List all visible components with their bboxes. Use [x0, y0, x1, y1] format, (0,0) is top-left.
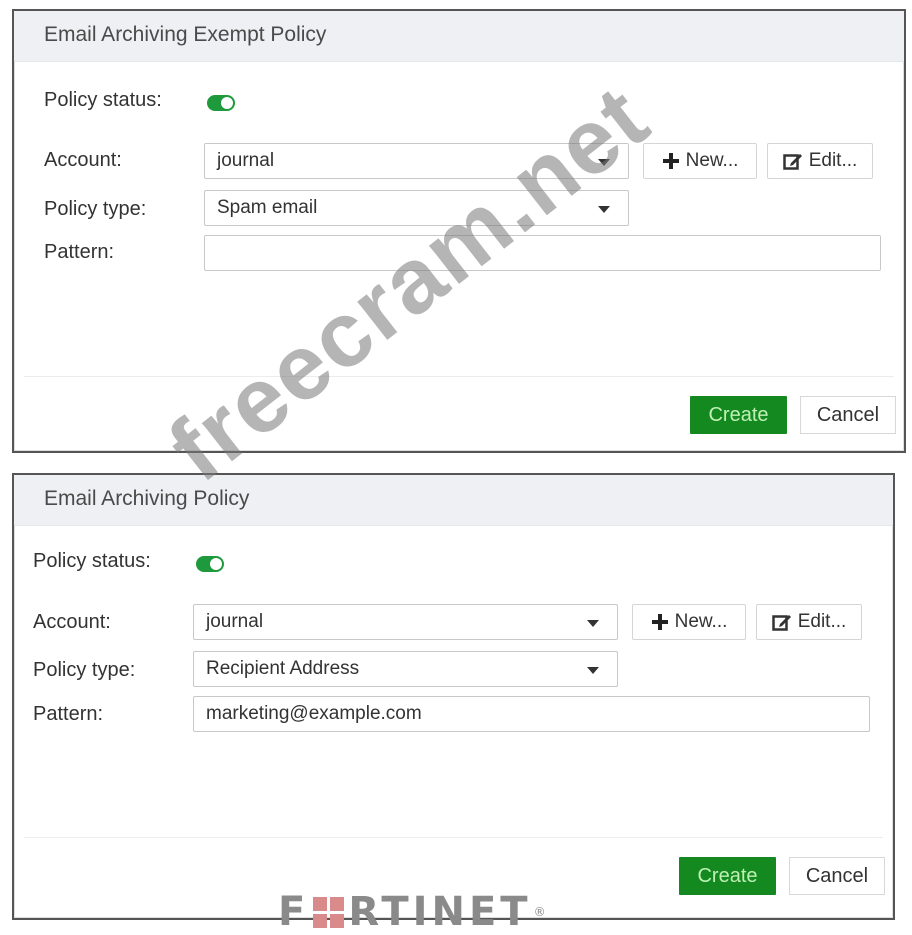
- policy-status-label: Policy status:: [33, 550, 151, 572]
- chevron-down-icon: [587, 620, 599, 627]
- policy-type-label: Policy type:: [44, 198, 147, 220]
- fortinet-logo: F RTINET ®: [278, 889, 546, 935]
- footer-divider: [24, 376, 894, 377]
- edit-account-button[interactable]: Edit...: [756, 604, 862, 640]
- logo-mark-icon: [313, 896, 345, 928]
- account-value: journal: [206, 611, 264, 632]
- chevron-down-icon: [587, 667, 599, 674]
- edit-account-button[interactable]: Edit...: [767, 143, 873, 179]
- plus-icon: [662, 153, 679, 169]
- archiving-policy-dialog: Email Archiving Policy Policy status: Ac…: [12, 473, 895, 920]
- policy-type-label: Policy type:: [33, 659, 136, 681]
- new-label: New...: [674, 611, 728, 632]
- edit-icon: [771, 615, 791, 631]
- dialog-title: Email Archiving Exempt Policy: [44, 23, 327, 46]
- policy-status-toggle[interactable]: [207, 95, 235, 111]
- policy-status-label: Policy status:: [44, 89, 162, 111]
- account-value: journal: [217, 150, 275, 171]
- new-label: New...: [685, 150, 739, 171]
- create-button[interactable]: Create: [679, 857, 776, 895]
- chevron-down-icon: [598, 206, 610, 213]
- footer-divider: [24, 837, 883, 838]
- exempt-policy-dialog: Email Archiving Exempt Policy Policy sta…: [12, 9, 906, 453]
- registered-mark: ®: [533, 905, 546, 919]
- cancel-button[interactable]: Cancel: [789, 857, 885, 895]
- dialog-header: Email Archiving Exempt Policy: [14, 11, 904, 62]
- policy-type-value: Spam email: [217, 197, 318, 218]
- account-label: Account:: [33, 611, 111, 633]
- account-select[interactable]: journal: [193, 604, 618, 640]
- plus-icon: [651, 614, 668, 630]
- policy-type-value: Recipient Address: [206, 658, 360, 679]
- dialog-header: Email Archiving Policy: [14, 475, 893, 526]
- edit-icon: [782, 154, 802, 170]
- create-button[interactable]: Create: [690, 396, 787, 434]
- policy-type-select[interactable]: Recipient Address: [193, 651, 618, 687]
- edit-label: Edit...: [797, 611, 847, 632]
- pattern-label: Pattern:: [33, 703, 104, 725]
- account-label: Account:: [44, 149, 122, 171]
- dialog-title: Email Archiving Policy: [44, 487, 250, 510]
- cancel-button[interactable]: Cancel: [800, 396, 896, 434]
- policy-status-toggle[interactable]: [196, 556, 224, 572]
- logo-text-start: F: [278, 889, 310, 935]
- pattern-input[interactable]: marketing@example.com: [193, 696, 870, 732]
- edit-label: Edit...: [808, 150, 858, 171]
- chevron-down-icon: [598, 159, 610, 166]
- logo-text-end: RTINET: [348, 889, 532, 935]
- pattern-label: Pattern:: [44, 241, 115, 263]
- pattern-input[interactable]: [204, 235, 881, 271]
- new-account-button[interactable]: New...: [632, 604, 746, 640]
- new-account-button[interactable]: New...: [643, 143, 757, 179]
- account-select[interactable]: journal: [204, 143, 629, 179]
- policy-type-select[interactable]: Spam email: [204, 190, 629, 226]
